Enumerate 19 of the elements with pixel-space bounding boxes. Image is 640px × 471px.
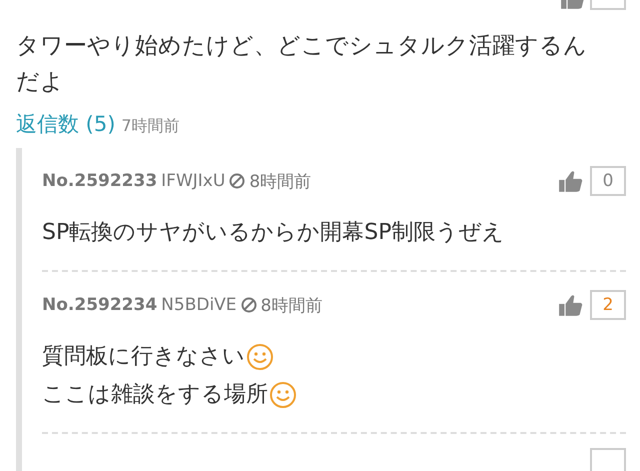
prohibited-icon (240, 297, 257, 313)
user-id: N5BDiVE (161, 295, 237, 315)
replies-link[interactable]: 返信数 (5) (16, 110, 116, 138)
post-number: No.2592233 (42, 171, 158, 191)
like-count-box (590, 448, 626, 471)
reply-time: 8時間前 (249, 170, 312, 192)
post-number: No.2592234 (42, 295, 158, 315)
reply-text: ここは雑談をする場所 (42, 381, 268, 409)
like-count: 0 (590, 166, 626, 196)
reply-text: 質問板に行きなさい (42, 343, 245, 371)
user-id: IFWJIxU (161, 171, 226, 191)
smiley-icon (246, 343, 274, 371)
reply-text: SP転換のサヤがいるからか開幕SP制限うぜえ (42, 219, 504, 247)
like-count: 2 (590, 290, 626, 320)
reply-time: 8時間前 (260, 294, 322, 316)
post-time: 7時間前 (121, 116, 180, 137)
smiley-icon (269, 381, 297, 409)
prohibited-icon (229, 173, 246, 189)
post-text: タワーやり始めたけど、どこでシュタルク活躍するんだよ (16, 32, 588, 97)
